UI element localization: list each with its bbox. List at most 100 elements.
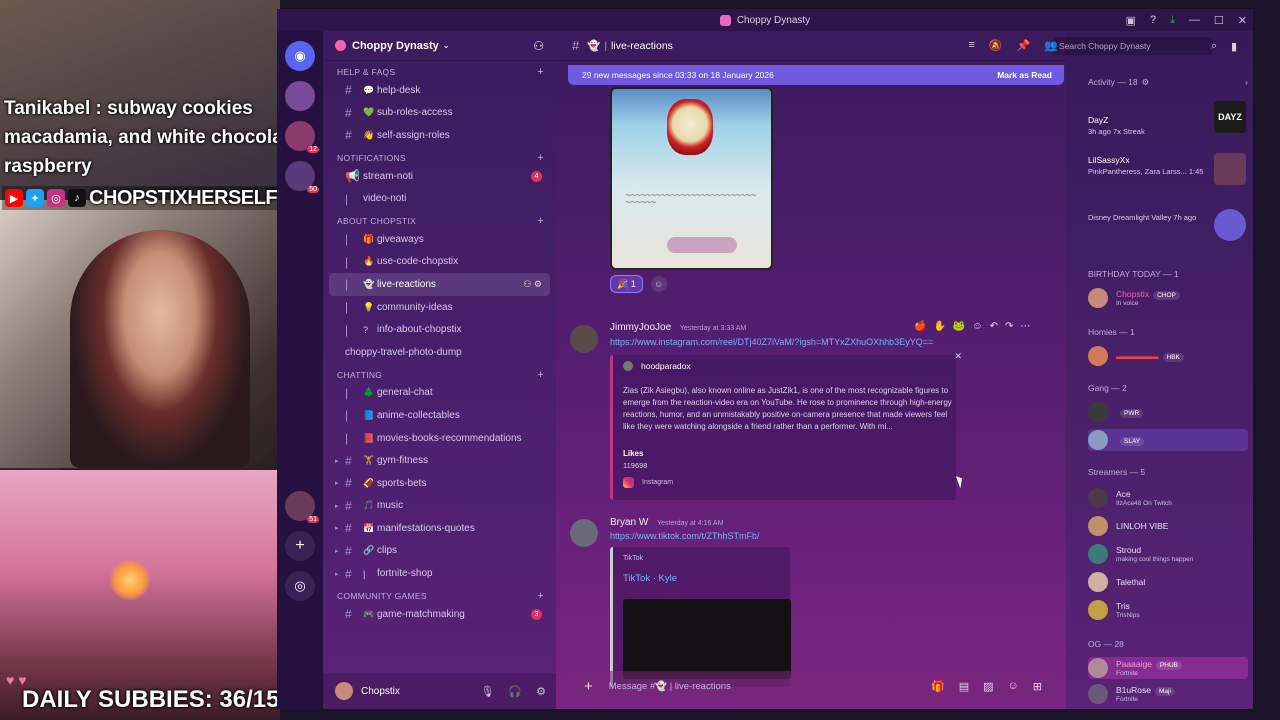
headphones-icon[interactable]: 🎧: [508, 685, 522, 698]
channel-clips[interactable]: ▸ # 🔗 clips: [323, 540, 556, 563]
add-server-icon[interactable]: +: [285, 531, 315, 561]
category-notifications[interactable]: NOTIFICATIONS +: [323, 151, 556, 165]
channel-sports-bets[interactable]: ▸ # 🏈 sports-bets: [323, 472, 556, 495]
channel-video-noti[interactable]: | video-noti: [323, 187, 556, 210]
channel-movies-books-recommendations[interactable]: | 📕 movies-books-recommendations: [323, 427, 556, 450]
activity-card[interactable]: DayZ 3h ago 7x Streak DAYZ: [1088, 101, 1248, 136]
activity-card[interactable]: LilSassyXx PinkPantheress, Zara Larss...…: [1088, 153, 1248, 185]
gif-icon[interactable]: ▤: [959, 680, 969, 693]
more-icon[interactable]: ⋯: [1020, 321, 1030, 332]
guild-header[interactable]: Choppy Dynasty ⌄ ⚇: [323, 31, 556, 61]
discord-home-icon[interactable]: ◉: [285, 41, 315, 71]
gear-icon[interactable]: ⚙: [536, 685, 546, 698]
member-row[interactable]: Paaaaige PHUB Fortnite: [1088, 657, 1248, 679]
new-messages-bar[interactable]: 29 new messages since 03:33 on 18 Januar…: [568, 65, 1064, 85]
threads-icon[interactable]: ≡: [968, 39, 974, 52]
download-icon[interactable]: ⤓: [1170, 14, 1175, 27]
channel-info-about-chopstix[interactable]: |? info-about-chopstix: [323, 318, 556, 341]
emoji-icon[interactable]: ☺: [1008, 680, 1019, 693]
add-channel-icon[interactable]: +: [537, 215, 544, 227]
maximize-icon[interactable]: ☐: [1214, 14, 1224, 27]
close-icon[interactable]: ✕: [954, 351, 962, 362]
message-composer[interactable]: + Message #👻 | live-reactions 🎁 ▤ ▨ ☺ ⊞: [572, 671, 1052, 701]
discover-icon[interactable]: ◎: [285, 571, 315, 601]
activity-header[interactable]: Activity — 18 ⚙ ›: [1088, 77, 1248, 88]
microphone-icon[interactable]: 🎙: [480, 685, 494, 698]
channel-live-reactions[interactable]: | 👻 live-reactions ⚇ ⚙: [329, 273, 550, 296]
member-row[interactable]: Ace ItzAce48 On Twitch: [1088, 487, 1248, 509]
search-input[interactable]: Search Choppy Dynasty: [1053, 37, 1213, 55]
reaction-emoji-icon[interactable]: ✋: [933, 321, 945, 332]
inbox-icon[interactable]: ▮: [1231, 40, 1237, 53]
message-author[interactable]: Bryan W: [610, 517, 648, 528]
add-channel-icon[interactable]: +: [537, 152, 544, 164]
category-help[interactable]: HELP & FAQS +: [323, 65, 556, 79]
avatar[interactable]: [335, 682, 353, 700]
reply-icon[interactable]: ↶: [990, 321, 998, 332]
channel-game-matchmaking[interactable]: # 🎮 game-matchmaking 3: [323, 603, 556, 626]
pin-icon[interactable]: 📌: [1017, 39, 1031, 52]
category-chatting[interactable]: CHATTING +: [323, 368, 556, 382]
notification-bell-icon[interactable]: 🔕: [989, 39, 1003, 52]
add-reaction-icon[interactable]: ☺: [650, 276, 667, 292]
embed-author-name[interactable]: hoodparadox: [641, 361, 691, 371]
video-thumbnail[interactable]: [623, 599, 791, 679]
channel-manifestations-quotes[interactable]: ▸ # 📅 manifestations-quotes: [323, 517, 556, 540]
channel-fortnite-shop[interactable]: ▸ # | fortnite-shop: [323, 562, 556, 585]
gift-icon[interactable]: 🎁: [931, 680, 945, 693]
server-avatar[interactable]: 50: [285, 161, 319, 193]
pokemon-card-image[interactable]: ～～～～～～～～～～～～～～～～～～～～～～～～～～～～～～～～: [610, 87, 773, 270]
category-community-games[interactable]: COMMUNITY GAMES +: [323, 589, 556, 603]
member-row[interactable]: Tris TrisNips: [1088, 599, 1248, 621]
message-link[interactable]: https://www.instagram.com/reel/DTj40Z7iV…: [610, 337, 933, 347]
server-avatar[interactable]: [285, 81, 315, 111]
inbox-icon[interactable]: ▣: [1126, 14, 1136, 27]
message-input[interactable]: Message #👻 | live-reactions: [609, 681, 731, 692]
apps-icon[interactable]: ⊞: [1033, 680, 1042, 693]
member-row[interactable]: B1uRose Maji Fortnite: [1088, 683, 1248, 705]
member-row[interactable]: Chopstix CHOP In voice: [1088, 287, 1248, 309]
avatar[interactable]: [570, 519, 598, 547]
channel-use-code-chopstix[interactable]: | 🔥 use-code-chopstix: [323, 251, 556, 274]
add-reaction-icon[interactable]: ☺: [972, 321, 982, 332]
channel-settings-icons[interactable]: ⚇ ⚙: [523, 279, 542, 290]
sticker-icon[interactable]: ▨: [983, 680, 993, 693]
channel-gym-fitness[interactable]: ▸ # 🏋 gym-fitness: [323, 449, 556, 472]
channel-help-desk[interactable]: # 💬 help-desk: [323, 79, 556, 102]
message-link[interactable]: https://www.tiktok.com/t/ZThhSTmFb/: [610, 531, 760, 541]
minimize-icon[interactable]: —: [1189, 14, 1200, 26]
invite-icon[interactable]: ⚇: [533, 39, 544, 53]
channel-choppy-travel-photo-dump[interactable]: choppy-travel-photo-dump: [323, 341, 556, 364]
channel-self-assign-roles[interactable]: # 👋 self-assign-roles: [323, 124, 556, 147]
member-row[interactable]: Stroud making cool things happen: [1088, 543, 1248, 565]
activity-card[interactable]: Disney Dreamlight Valley 7h ago: [1088, 209, 1248, 241]
add-channel-icon[interactable]: +: [537, 66, 544, 78]
channel-music[interactable]: ▸ # 🎵 music: [323, 495, 556, 518]
category-about[interactable]: ABOUT CHOPSTIX +: [323, 214, 556, 228]
add-channel-icon[interactable]: +: [537, 590, 544, 602]
forward-icon[interactable]: ↷: [1005, 321, 1013, 332]
server-avatar[interactable]: 51: [285, 491, 319, 523]
channel-stream-noti[interactable]: 📢 stream-noti 4: [323, 165, 556, 188]
attach-icon[interactable]: +: [584, 678, 593, 695]
reaction-emoji-icon[interactable]: 🍎: [914, 321, 926, 332]
channel-sub-roles-access[interactable]: # 💚 sub-roles-access: [323, 102, 556, 125]
server-avatar[interactable]: 12: [285, 121, 319, 153]
gear-icon[interactable]: ⚙: [1142, 77, 1150, 88]
channel-anime-collectables[interactable]: | 📘 anime-collectables: [323, 404, 556, 427]
embed-title[interactable]: TikTok · Kyle: [623, 573, 677, 584]
channel-community-ideas[interactable]: | 💡 community-ideas: [323, 296, 556, 319]
add-channel-icon[interactable]: +: [537, 369, 544, 381]
member-row[interactable]: PWR: [1088, 401, 1248, 423]
help-icon[interactable]: ?: [1150, 14, 1156, 26]
member-row[interactable]: LINLOH VIBE: [1088, 515, 1248, 537]
reaction-pill[interactable]: 🎉 1: [610, 275, 643, 293]
message-author[interactable]: JimmyJooJoe: [610, 322, 671, 333]
member-row[interactable]: ▬▬▬▬▬ HBK: [1088, 345, 1248, 367]
reaction-emoji-icon[interactable]: 🐸: [953, 321, 965, 332]
chevron-right-icon[interactable]: ›: [1245, 77, 1248, 88]
avatar[interactable]: [570, 325, 598, 353]
mark-as-read-button[interactable]: Mark as Read: [997, 70, 1052, 80]
member-row[interactable]: Talethal: [1088, 571, 1248, 593]
member-row[interactable]: SLAY: [1088, 429, 1248, 451]
